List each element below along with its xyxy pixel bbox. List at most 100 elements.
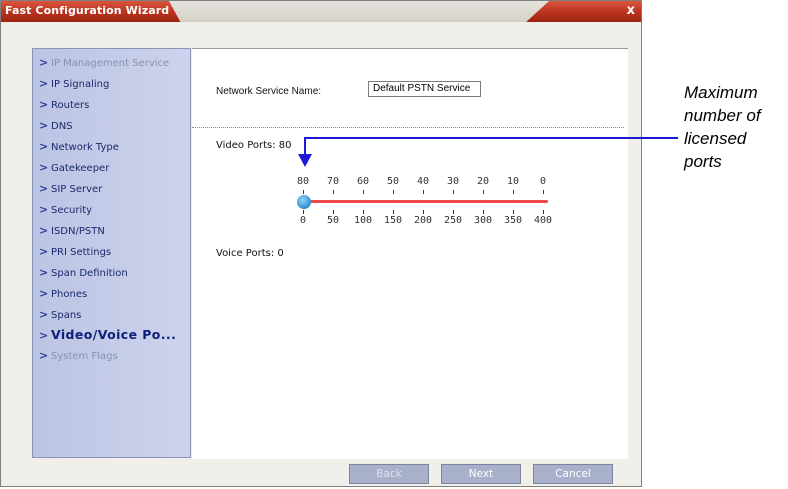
callout-line-text: Maximum	[684, 83, 758, 102]
sidebar-item-label: Phones	[51, 289, 88, 300]
slider-top-tick: 0	[540, 176, 547, 187]
slider-tick-mark	[303, 210, 304, 214]
sidebar-item-label: Routers	[51, 100, 90, 111]
slider-tick-mark	[333, 190, 334, 194]
chevron-right-icon: >	[39, 140, 49, 153]
slider-tick-mark	[333, 210, 334, 214]
sidebar-item-label: PRI Settings	[51, 247, 112, 258]
callout-line-text: ports	[684, 152, 722, 171]
video-ports-label: Video Ports: 80	[216, 140, 292, 151]
chevron-right-icon: >	[39, 56, 49, 69]
slider-bottom-tick: 150	[384, 215, 403, 226]
slider-thumb[interactable]	[297, 195, 311, 209]
sidebar-item-routers[interactable]: > Routers	[39, 98, 89, 114]
callout-line-text: number of	[684, 106, 761, 125]
slider-tick-mark	[513, 190, 514, 194]
chevron-right-icon: >	[39, 287, 49, 300]
sidebar-item-system-flags[interactable]: > System Flags	[39, 349, 118, 365]
chevron-right-icon: >	[39, 182, 49, 195]
wizard-steps-sidebar: > IP Management Service > IP Signaling > Ro…	[32, 48, 191, 458]
title-bar: Fast Configuration Wizard x	[1, 1, 641, 22]
slider-tick-mark	[363, 210, 364, 214]
slider-tick-mark	[393, 210, 394, 214]
slider-top-tick: 80	[297, 176, 310, 187]
voice-ports-label: Voice Ports: 0	[216, 248, 284, 259]
sidebar-item-label: System Flags	[51, 351, 118, 362]
callout-line	[304, 137, 678, 139]
slider-tick-mark	[543, 210, 544, 214]
slider-bottom-tick: 350	[504, 215, 523, 226]
slider-tick-mark	[423, 190, 424, 194]
slider-bottom-tick: 250	[444, 215, 463, 226]
slider-bottom-tick: 0	[300, 215, 307, 226]
slider-top-tick: 20	[477, 176, 490, 187]
chevron-right-icon: >	[39, 329, 49, 342]
slider-bottom-tick: 200	[414, 215, 433, 226]
callout-text: Maximum number of licensed ports	[684, 81, 761, 173]
sidebar-item-span-definition[interactable]: > Span Definition	[39, 266, 128, 282]
sidebar-item-label: Spans	[51, 310, 82, 321]
callout-arrow-icon	[298, 154, 312, 167]
sidebar-item-pri-settings[interactable]: > PRI Settings	[39, 245, 111, 261]
sidebar-item-video-voice-ports[interactable]: > Video/Voice Po...	[39, 327, 176, 343]
sidebar-item-label: DNS	[51, 121, 73, 132]
sidebar-item-label: Gatekeeper	[51, 163, 110, 174]
close-icon[interactable]: x	[627, 3, 635, 18]
sidebar-item-security[interactable]: > Security	[39, 203, 92, 219]
slider-top-tick: 70	[327, 176, 340, 187]
chevron-right-icon: >	[39, 203, 49, 216]
sidebar-item-label: IP Signaling	[51, 79, 110, 90]
wizard-window: Fast Configuration Wizard x > IP Manageme…	[0, 0, 642, 487]
sidebar-item-ip-management-service[interactable]: > IP Management Service	[39, 56, 169, 72]
sidebar-item-dns[interactable]: > DNS	[39, 119, 73, 135]
slider-track[interactable]	[305, 200, 548, 203]
sidebar-item-sip-server[interactable]: > SIP Server	[39, 182, 102, 198]
slider-top-tick: 40	[417, 176, 430, 187]
sidebar-item-label: Security	[51, 205, 93, 216]
section-divider	[192, 127, 624, 128]
slider-tick-mark	[543, 190, 544, 194]
chevron-right-icon: >	[39, 349, 49, 362]
sidebar-item-label: SIP Server	[51, 184, 103, 195]
cancel-button[interactable]: Cancel	[533, 464, 613, 484]
sidebar-item-spans[interactable]: > Spans	[39, 308, 81, 324]
sidebar-item-label: Video/Voice Po...	[51, 327, 177, 342]
slider-tick-mark	[483, 210, 484, 214]
chevron-right-icon: >	[39, 308, 49, 321]
sidebar-item-gatekeeper[interactable]: > Gatekeeper	[39, 161, 109, 177]
network-service-name-label: Network Service Name:	[216, 86, 322, 97]
sidebar-item-label: Network Type	[51, 142, 119, 153]
sidebar-item-isdn-pstn[interactable]: > ISDN/PSTN	[39, 224, 105, 240]
chevron-right-icon: >	[39, 119, 49, 132]
sidebar-item-phones[interactable]: > Phones	[39, 287, 87, 303]
network-service-name-field[interactable]: Default PSTN Service	[368, 81, 481, 97]
callout-line-vertical	[304, 137, 306, 155]
title-bar-decoration	[169, 1, 549, 22]
chevron-right-icon: >	[39, 245, 49, 258]
chevron-right-icon: >	[39, 224, 49, 237]
sidebar-item-label: IP Management Service	[51, 58, 170, 69]
chevron-right-icon: >	[39, 77, 49, 90]
sidebar-item-label: ISDN/PSTN	[51, 226, 105, 237]
next-button[interactable]: Next	[441, 464, 521, 484]
slider-tick-mark	[513, 210, 514, 214]
slider-tick-mark	[483, 190, 484, 194]
chevron-right-icon: >	[39, 98, 49, 111]
slider-tick-mark	[423, 210, 424, 214]
slider-tick-mark	[393, 190, 394, 194]
sidebar-item-label: Span Definition	[51, 268, 128, 279]
slider-tick-mark	[453, 210, 454, 214]
sidebar-item-network-type[interactable]: > Network Type	[39, 140, 119, 156]
slider-bottom-tick: 50	[327, 215, 340, 226]
slider-bottom-tick: 100	[354, 215, 373, 226]
slider-top-tick: 10	[507, 176, 520, 187]
slider-top-tick: 50	[387, 176, 400, 187]
sidebar-item-ip-signaling[interactable]: > IP Signaling	[39, 77, 109, 93]
slider-top-tick: 30	[447, 176, 460, 187]
slider-tick-mark	[363, 190, 364, 194]
back-button[interactable]: Back	[349, 464, 429, 484]
callout-line-text: licensed	[684, 129, 747, 148]
button-bar: Back Next Cancel	[1, 461, 641, 487]
slider-tick-mark	[453, 190, 454, 194]
slider-bottom-tick: 300	[474, 215, 493, 226]
